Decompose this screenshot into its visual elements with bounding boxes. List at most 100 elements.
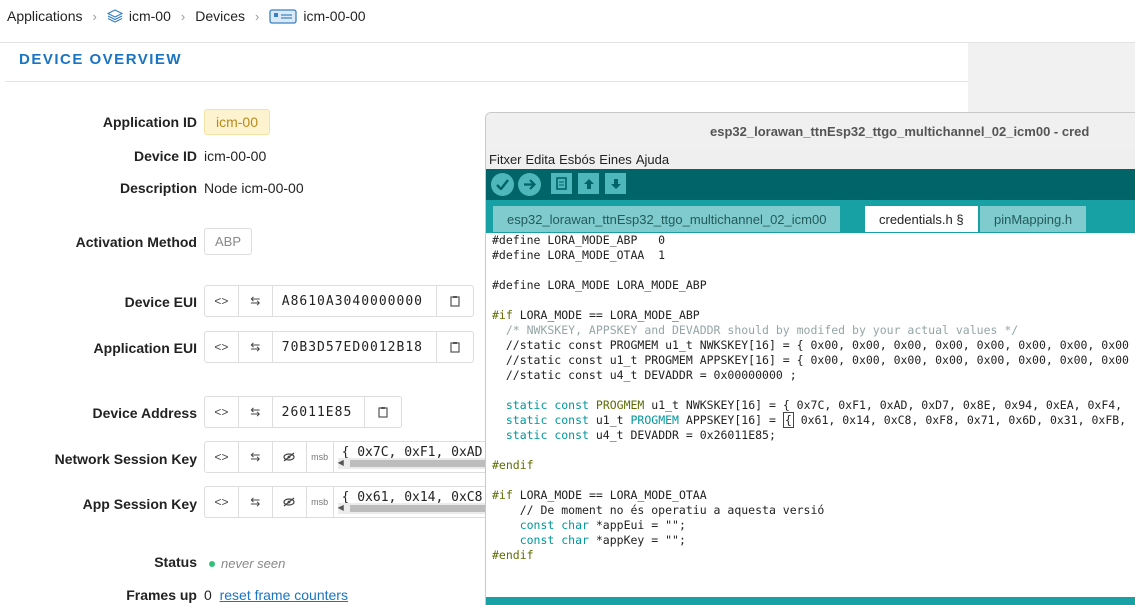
reset-frame-counters-link[interactable]: reset frame counters [220, 587, 348, 603]
application-id-tag: icm-00 [204, 109, 271, 135]
status-dot-icon [209, 561, 215, 568]
window-titlebar[interactable]: esp32_lorawan_ttnEsp32_ttgo_multichannel… [486, 113, 1135, 150]
tab-credentials[interactable]: credentials.h § [865, 206, 978, 232]
clipboard-icon[interactable] [436, 286, 473, 316]
application-id-label: Application ID [102, 114, 197, 130]
code-type: static const [505, 428, 589, 442]
code-type: static const [505, 398, 589, 412]
verify-icon[interactable] [491, 173, 514, 196]
scroll-left-icon[interactable]: ◀ [338, 458, 344, 467]
swap-byte-order-icon[interactable]: ⇆ [239, 397, 273, 427]
nwk-session-key-box: { 0x7C, 0xF1, 0xAD ◀ [334, 442, 494, 472]
save-icon[interactable] [605, 173, 626, 194]
eye-hidden-icon[interactable] [273, 487, 307, 517]
breadcrumb: Applications › icm-00 › Devices › icm-00… [0, 0, 1135, 32]
code-toggle-icon[interactable]: <> [205, 397, 239, 427]
code-type: const char [519, 518, 589, 532]
status-label: Status [154, 554, 197, 570]
code-keyword: #endif [492, 458, 534, 472]
code-toggle-icon[interactable]: <> [205, 286, 239, 316]
horizontal-scrollbar[interactable]: ◀ [337, 503, 494, 514]
device-eui-field: <> ⇆ A8610A3040000000 [204, 285, 474, 317]
swap-byte-order-icon[interactable]: ⇆ [239, 286, 273, 316]
activation-label: Activation Method [75, 234, 197, 250]
code-toggle-icon[interactable]: <> [205, 487, 239, 517]
menu-edit[interactable]: Edita [526, 152, 556, 167]
code-line: u4_t DEVADDR = 0x26011E85; [588, 428, 776, 442]
clipboard-icon[interactable] [364, 397, 401, 427]
code-line: #define LORA_MODE LORA_MODE_ABP [492, 278, 707, 292]
code-line: // De moment no és operatiu a aquesta ve… [492, 503, 825, 517]
code-toggle-icon[interactable]: <> [205, 332, 239, 362]
scrollbar-thumb[interactable] [349, 460, 494, 467]
app-eui-field: <> ⇆ 70B3D57ED0012B18 [204, 331, 474, 363]
new-file-icon[interactable] [551, 173, 572, 194]
code-line: LORA_MODE == LORA_MODE_OTAA [512, 488, 707, 502]
clipboard-icon[interactable] [436, 332, 473, 362]
swap-byte-order-icon[interactable]: ⇆ [239, 442, 273, 472]
app-session-key-box: { 0x61, 0x14, 0xC8 ◀ [334, 487, 494, 517]
device-id-label: Device ID [133, 148, 197, 164]
ide-status-bar [486, 597, 1135, 605]
ide-tab-bar: esp32_lorawan_ttnEsp32_ttgo_multichannel… [486, 200, 1135, 233]
code-toggle-icon[interactable]: <> [205, 442, 239, 472]
msb-label[interactable]: msb [307, 442, 334, 472]
nwk-session-key-field: <> ⇆ msb { 0x7C, 0xF1, 0xAD ◀ [204, 441, 494, 473]
code-line: 0x61, 0x14, 0xC8, 0xF8, 0x71, 0x6D, 0x31… [793, 413, 1127, 427]
device-address-field: <> ⇆ 26011E85 [204, 396, 402, 428]
menu-tools[interactable]: Eines [599, 152, 632, 167]
scroll-left-icon[interactable]: ◀ [338, 503, 344, 512]
code-keyword: #if [492, 308, 513, 322]
swap-byte-order-icon[interactable]: ⇆ [239, 332, 273, 362]
msb-label[interactable]: msb [307, 487, 334, 517]
open-icon[interactable] [578, 173, 599, 194]
device-id-value: icm-00-00 [204, 148, 267, 164]
code-keyword: PROGMEM [595, 398, 645, 412]
tab-main-sketch[interactable]: esp32_lorawan_ttnEsp32_ttgo_multichannel… [493, 206, 841, 232]
description-label: Description [119, 180, 197, 196]
code-line: //static const PROGMEM u1_t NWKSKEY[16] … [492, 338, 1129, 352]
device-address-value: 26011E85 [281, 404, 353, 420]
layers-icon [106, 8, 123, 24]
code-line: *appKey = ""; [588, 533, 686, 547]
code-text: #define LORA_MODE_ABP 0 #define LORA_MOD… [492, 233, 1129, 563]
device-icon [269, 7, 297, 25]
menu-help[interactable]: Ajuda [636, 152, 669, 167]
status-value: never seen [209, 555, 285, 571]
horizontal-scrollbar[interactable]: ◀ [337, 458, 494, 469]
window-title: esp32_lorawan_ttnEsp32_ttgo_multichannel… [710, 124, 1090, 139]
code-editor[interactable]: #define LORA_MODE_ABP 0 #define LORA_MOD… [486, 233, 1135, 598]
code-type: const char [519, 533, 589, 547]
app-session-key-field: <> ⇆ msb { 0x61, 0x14, 0xC8 ◀ [204, 486, 494, 518]
code-line: //static const u1_t PROGMEM APPSKEY[16] … [492, 353, 1129, 367]
scrollbar-thumb[interactable] [349, 505, 494, 512]
code-type: PROGMEM [630, 413, 679, 427]
breadcrumb-devices[interactable]: Devices [195, 8, 245, 24]
frames-up-value: 0 [204, 587, 212, 603]
code-line: #define LORA_MODE_ABP 0 [492, 233, 666, 247]
upload-arrow-icon[interactable] [518, 173, 541, 196]
code-line: u1_t [588, 413, 631, 427]
code-comment: /* NWKSKEY, APPSKEY and DEVADDR should b… [492, 323, 1019, 337]
code-line: LORA_MODE == LORA_MODE_ABP [512, 308, 700, 322]
device-address-label: Device Address [92, 405, 197, 421]
breadcrumb-applications[interactable]: Applications [7, 8, 83, 24]
tab-pinmapping[interactable]: pinMapping.h [980, 206, 1087, 232]
nwk-session-key-label: Network Session Key [54, 451, 197, 467]
breadcrumb-app[interactable]: icm-00 [129, 8, 171, 24]
ide-toolbar [486, 169, 1135, 200]
eye-hidden-icon[interactable] [273, 442, 307, 472]
frames-up-row: 0 reset frame counters [204, 587, 348, 603]
code-line: u1_t NWKSKEY[16] = { 0x7C, 0xF1, 0xAD, 0… [644, 398, 1123, 412]
app-session-key-label: App Session Key [82, 496, 197, 512]
menu-file[interactable]: Fitxer [489, 152, 522, 167]
activation-tag: ABP [204, 228, 253, 255]
arduino-ide-window: esp32_lorawan_ttnEsp32_ttgo_multichannel… [485, 112, 1135, 605]
swap-byte-order-icon[interactable]: ⇆ [239, 487, 273, 517]
breadcrumb-device: icm-00-00 [303, 8, 366, 24]
code-type: static const [505, 413, 589, 427]
menu-sketch[interactable]: Esbós [559, 152, 595, 167]
code-line: #define LORA_MODE_OTAA 1 [492, 248, 666, 262]
code-line: *appEui = ""; [588, 518, 686, 532]
chevron-right-icon: › [255, 8, 260, 24]
